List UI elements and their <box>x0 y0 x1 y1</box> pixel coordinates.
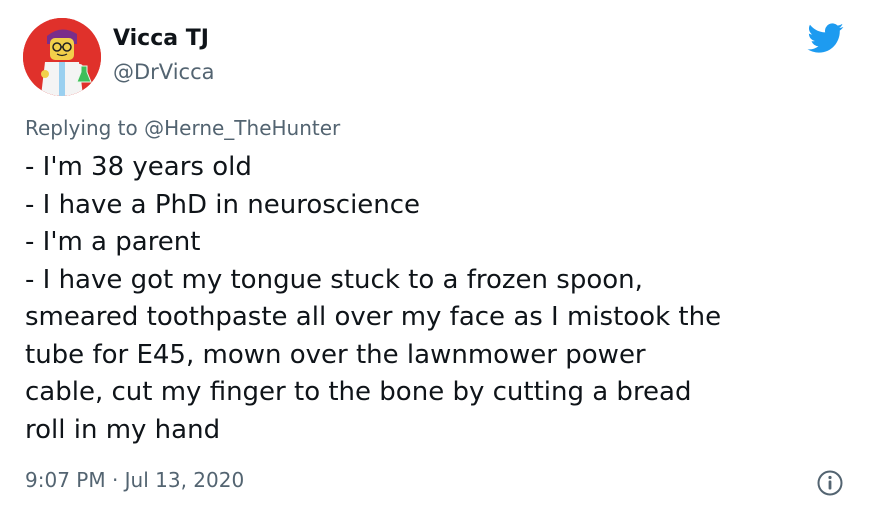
info-icon[interactable] <box>816 469 844 497</box>
tweet-line: - I'm a parent <box>25 227 201 257</box>
tweet-text: - I'm 38 years old - I have a PhD in neu… <box>25 149 855 449</box>
tweet-line: cable, cut my finger to the bone by cutt… <box>25 377 692 407</box>
user-handle[interactable]: @DrVicca <box>113 58 215 86</box>
lego-scientist-icon <box>23 18 101 96</box>
tweet-line: - I have got my tongue stuck to a frozen… <box>25 264 643 295</box>
tweet-line: roll in my hand <box>25 414 221 445</box>
replying-to-line[interactable]: Replying to @Herne_TheHunter <box>25 114 340 142</box>
twitter-bird-icon[interactable] <box>806 22 844 54</box>
avatar[interactable] <box>23 18 101 96</box>
tweet-timestamp[interactable]: 9:07 PM · Jul 13, 2020 <box>25 466 244 494</box>
tweet-card: Vicca TJ @DrVicca Replying to @Herne_The… <box>0 0 870 515</box>
replying-to-text: Replying to @Herne_TheHunter <box>25 116 341 140</box>
display-name[interactable]: Vicca TJ <box>113 25 209 53</box>
tweet-line: - I'm 38 years old <box>25 152 252 182</box>
tweet-line: - I have a PhD in neuroscience <box>25 189 421 220</box>
tweet-line: tube for E45, mown over the lawnmower po… <box>25 339 646 370</box>
tweet-line: smeared toothpaste all over my face as I… <box>25 302 722 332</box>
